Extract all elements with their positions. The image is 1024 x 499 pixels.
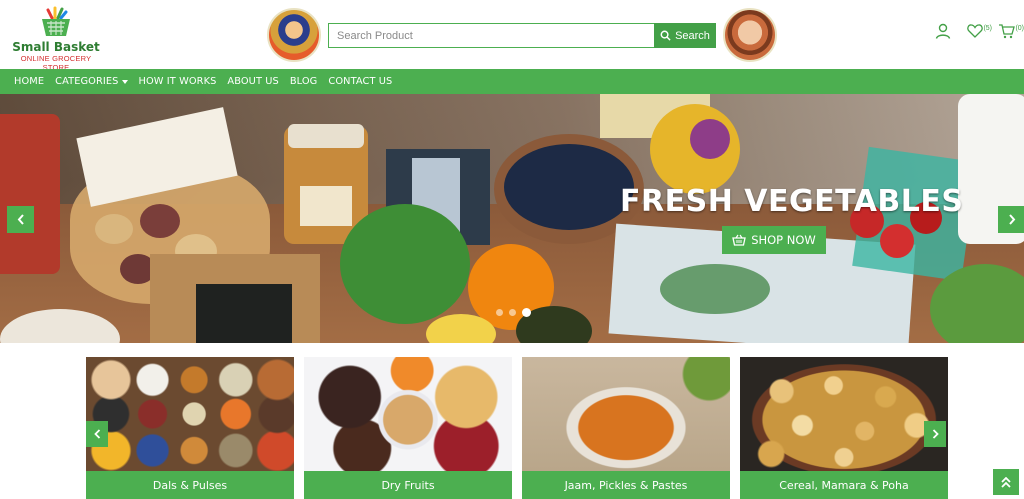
search-button-label: Search <box>675 29 710 42</box>
nav-how-it-works[interactable]: HOW IT WORKS <box>139 76 217 87</box>
category-image <box>86 357 294 471</box>
nav-categories-label: CATEGORIES <box>55 76 119 87</box>
slide-dot-1[interactable] <box>496 309 503 316</box>
chevron-right-icon <box>932 429 939 439</box>
category-image <box>304 357 512 471</box>
category-card-cereal-mamara[interactable]: Cereal, Mamara & Poha <box>740 357 948 499</box>
brand-logo[interactable]: Small Basket ONLINE GROCERY STORE <box>10 6 102 72</box>
nav-about-us[interactable]: ABOUT US <box>227 76 278 87</box>
wishlist-button[interactable]: (5) <box>966 22 992 42</box>
slide-dot-2[interactable] <box>509 309 516 316</box>
hero-prev-button[interactable] <box>7 206 34 233</box>
hero-slide-dots <box>496 308 531 317</box>
category-next-button[interactable] <box>924 421 946 447</box>
hero-title: FRESH VEGETABLES <box>620 184 964 219</box>
shop-now-button[interactable]: SHOP NOW <box>722 226 826 254</box>
chevron-left-icon <box>93 429 100 439</box>
basket-icon <box>732 234 746 246</box>
cart-button[interactable]: (0) <box>998 22 1024 42</box>
category-card-jaam-pickles[interactable]: Jaam, Pickles & Pastes <box>522 357 730 499</box>
category-prev-button[interactable] <box>86 421 108 447</box>
category-card-dry-fruits[interactable]: Dry Fruits <box>304 357 512 499</box>
guru-portrait-right <box>723 8 777 62</box>
hero-next-button[interactable] <box>998 206 1024 233</box>
user-icon <box>935 23 951 39</box>
search-icon <box>660 30 671 41</box>
deity-portrait-left <box>267 8 321 62</box>
category-label: Cereal, Mamara & Poha <box>740 471 948 499</box>
cart-icon <box>999 24 1015 39</box>
search-bar: Search <box>328 23 716 48</box>
basket-icon <box>42 6 70 36</box>
nav-home[interactable]: HOME <box>14 76 44 87</box>
shop-now-label: SHOP NOW <box>751 233 816 247</box>
category-image <box>740 357 948 471</box>
nav-categories[interactable]: CATEGORIES <box>55 76 128 87</box>
category-label: Dals & Pulses <box>86 471 294 499</box>
hero-slider: FRESH VEGETABLES <box>0 94 1024 343</box>
category-label: Dry Fruits <box>304 471 512 499</box>
account-button[interactable] <box>934 22 956 42</box>
wishlist-count: (5) <box>983 25 992 32</box>
back-to-top-button[interactable] <box>993 469 1019 495</box>
category-label: Jaam, Pickles & Pastes <box>522 471 730 499</box>
search-input[interactable] <box>328 23 654 48</box>
caret-down-icon <box>121 79 128 84</box>
site-header: Small Basket ONLINE GROCERY STORE Search… <box>0 0 1024 72</box>
category-card-dals-pulses[interactable]: Dals & Pulses <box>86 357 294 499</box>
nav-contact-us[interactable]: CONTACT US <box>328 76 392 87</box>
heart-icon <box>967 24 983 38</box>
chevron-right-icon <box>1008 214 1015 225</box>
brand-name: Small Basket <box>12 40 100 54</box>
double-chevron-up-icon <box>1001 476 1011 488</box>
nav-blog[interactable]: BLOG <box>290 76 318 87</box>
main-nav: HOME CATEGORIES HOW IT WORKS ABOUT US BL… <box>0 69 1024 94</box>
cart-count: (0) <box>1015 25 1024 32</box>
header-actions: (5) (0) <box>934 22 1024 42</box>
category-image <box>522 357 730 471</box>
slide-dot-3[interactable] <box>522 308 531 317</box>
search-button[interactable]: Search <box>654 23 716 48</box>
chevron-left-icon <box>17 214 24 225</box>
